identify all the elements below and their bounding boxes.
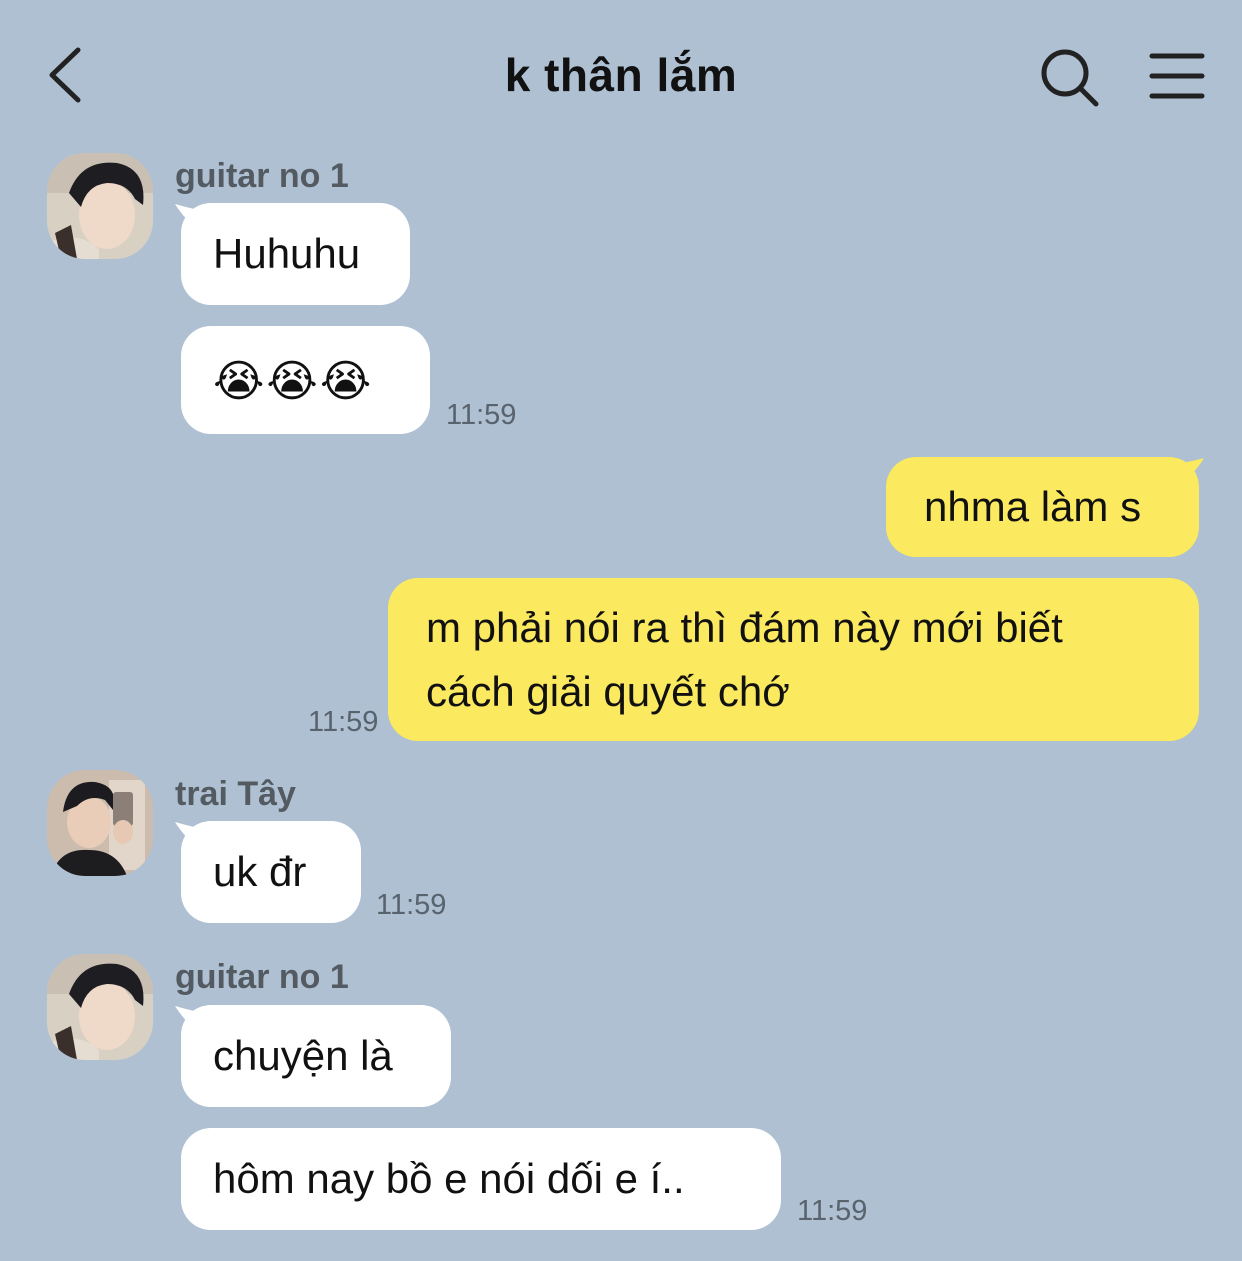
hamburger-menu-icon	[1149, 53, 1205, 99]
message-text: nhma làm s	[924, 483, 1142, 530]
sender-name: trai Tây	[175, 775, 296, 813]
avatar-guitar-no-1[interactable]	[47, 153, 153, 259]
search-button[interactable]	[1036, 44, 1104, 112]
message-text-line1: m phải nói ra thì đám này mới biết	[426, 604, 1063, 651]
avatar-guitar-no-1[interactable]	[47, 954, 153, 1060]
avatar-photo	[47, 153, 153, 259]
search-icon	[1041, 49, 1099, 107]
message-text: uk đr	[213, 848, 307, 895]
sender-name: guitar no 1	[175, 157, 349, 195]
message-time: 11:59	[308, 706, 379, 738]
emoji-text: 😭😭😭	[213, 357, 374, 406]
message-bubble[interactable]: nhma làm s	[886, 457, 1199, 557]
chat-header: k thân lắm	[0, 0, 1242, 150]
avatar-photo	[47, 770, 153, 876]
message-time: 11:59	[446, 399, 517, 431]
avatar-photo	[47, 954, 153, 1060]
message-bubble[interactable]: uk đr	[181, 821, 361, 923]
message-bubble[interactable]: Huhuhu	[181, 203, 410, 305]
message-text-line2: cách giải quyết chớ	[426, 668, 790, 715]
sender-name: guitar no 1	[175, 958, 349, 996]
message-text: chuyện là	[213, 1032, 393, 1079]
message-bubble[interactable]: m phải nói ra thì đám này mới biết cách …	[388, 578, 1199, 741]
menu-button[interactable]	[1146, 48, 1208, 106]
message-time: 11:59	[797, 1195, 868, 1227]
avatar-trai-tay[interactable]	[47, 770, 153, 876]
message-text: Huhuhu	[213, 230, 361, 277]
message-bubble[interactable]: chuyện là	[181, 1005, 451, 1107]
message-time: 11:59	[376, 889, 447, 921]
message-bubble[interactable]: hôm nay bồ e nói dối e í..	[181, 1128, 781, 1230]
message-bubble[interactable]: 😭😭😭	[181, 326, 430, 434]
message-text: hôm nay bồ e nói dối e í..	[213, 1155, 685, 1202]
